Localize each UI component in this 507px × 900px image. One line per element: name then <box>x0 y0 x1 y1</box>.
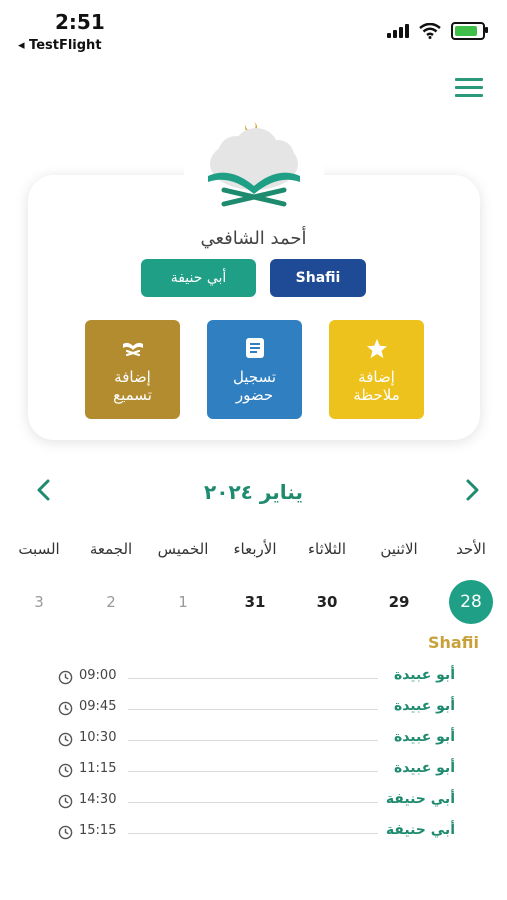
session-row[interactable]: 11:15 أبو عبيدة <box>0 755 507 786</box>
record-attendance-button[interactable]: تسجيل حضور <box>207 320 302 419</box>
open-book-icon <box>122 336 144 360</box>
session-row[interactable]: 09:00 أبو عبيدة <box>0 662 507 693</box>
session-divider <box>128 833 378 834</box>
status-bar: 2:51 ◂ TestFlight <box>0 0 507 60</box>
menu-icon <box>455 78 483 81</box>
student-name: أحمد الشافعي <box>200 228 307 249</box>
day-cell[interactable]: 1 <box>161 580 205 624</box>
session-group-heading: Shafii <box>427 633 479 652</box>
record-attendance-label: تسجيل حضور <box>232 368 277 404</box>
month-navigation: يناير ٢٠٢٤ <box>0 472 507 512</box>
clock-icon <box>58 763 73 778</box>
day-cell[interactable]: 31 <box>233 580 277 624</box>
session-teacher: أبو عبيدة <box>393 667 455 683</box>
add-note-button[interactable]: إضافة ملاحظة <box>329 320 424 419</box>
weekday-header: الأحد الاثنين الثلاثاء الأربعاء الخميس ا… <box>0 540 507 564</box>
status-time: 2:51 <box>55 10 105 34</box>
session-row[interactable]: 15:15 أبي حنيفة <box>0 817 507 848</box>
weekday-label: السبت <box>18 540 60 558</box>
chevron-right-icon[interactable] <box>460 478 484 502</box>
day-cell-selected[interactable]: 28 <box>449 580 493 624</box>
session-teacher: أبي حنيفة <box>385 822 455 838</box>
session-time: 15:15 <box>79 823 117 838</box>
clock-icon <box>58 732 73 747</box>
clock-icon <box>58 825 73 840</box>
weekday-label: الأحد <box>456 540 486 558</box>
clock-icon <box>58 701 73 716</box>
session-row[interactable]: 14:30 أبي حنيفة <box>0 786 507 817</box>
day-cell[interactable]: 2 <box>89 580 133 624</box>
session-divider <box>128 802 378 803</box>
clock-icon <box>58 670 73 685</box>
weekday-label: الأربعاء <box>233 540 277 558</box>
session-time: 09:00 <box>79 668 117 683</box>
session-divider <box>128 771 378 772</box>
hanafi-button[interactable]: أبي حنيفة <box>141 259 256 297</box>
mosque-quran-logo-icon <box>208 122 300 207</box>
add-recitation-label: إضافة تسميع <box>113 368 152 404</box>
session-time: 09:45 <box>79 699 117 714</box>
session-teacher: أبو عبيدة <box>393 698 455 714</box>
day-strip: 28 29 30 31 1 2 3 <box>0 580 507 624</box>
session-divider <box>128 740 378 741</box>
signal-icon <box>387 24 409 38</box>
battery-icon <box>451 22 488 40</box>
session-row[interactable]: 10:30 أبو عبيدة <box>0 724 507 755</box>
add-recitation-button[interactable]: إضافة تسميع <box>85 320 180 419</box>
back-to-testflight-link[interactable]: ◂ TestFlight <box>18 38 102 53</box>
day-cell[interactable]: 29 <box>377 580 421 624</box>
session-time: 11:15 <box>79 761 117 776</box>
day-cell[interactable]: 30 <box>305 580 349 624</box>
session-row[interactable]: 09:45 أبو عبيدة <box>0 693 507 724</box>
status-icons <box>387 22 488 40</box>
session-divider <box>128 709 378 710</box>
weekday-label: الخميس <box>157 540 209 558</box>
weekday-label: الثلاثاء <box>307 540 346 558</box>
day-cell[interactable]: 3 <box>17 580 61 624</box>
menu-button[interactable] <box>455 78 483 98</box>
star-icon <box>366 336 388 360</box>
document-icon <box>245 336 265 360</box>
session-teacher: أبو عبيدة <box>393 760 455 776</box>
month-title: يناير ٢٠٢٤ <box>204 480 303 504</box>
weekday-label: الاثنين <box>380 540 418 558</box>
session-time: 10:30 <box>79 730 117 745</box>
session-time: 14:30 <box>79 792 117 807</box>
shafii-button[interactable]: Shafii <box>270 259 366 297</box>
add-note-label: إضافة ملاحظة <box>353 368 400 404</box>
clock-icon <box>58 794 73 809</box>
wifi-icon <box>419 23 441 39</box>
weekday-label: الجمعة <box>89 540 133 558</box>
session-divider <box>128 678 378 679</box>
session-teacher: أبي حنيفة <box>385 791 455 807</box>
session-teacher: أبو عبيدة <box>393 729 455 745</box>
